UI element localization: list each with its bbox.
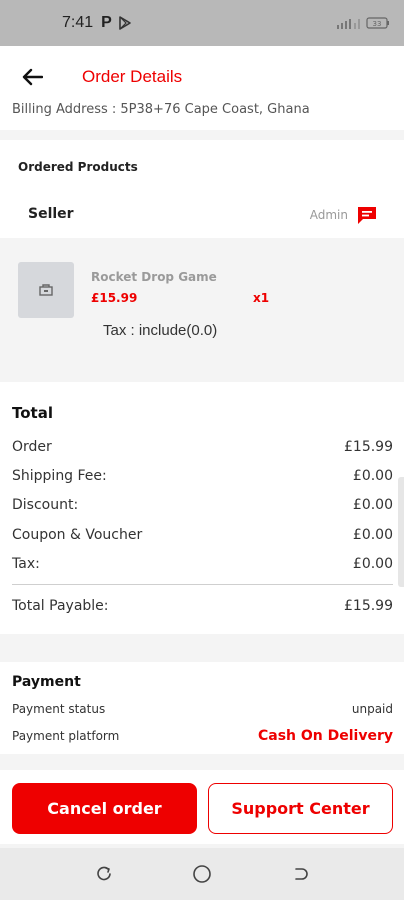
total-row-value: £15.99 bbox=[344, 439, 393, 455]
status-time: 7:41 bbox=[62, 14, 94, 31]
total-row-coupon: Coupon & Voucher £0.00 bbox=[12, 527, 393, 543]
total-row-label: Tax: bbox=[12, 556, 40, 572]
total-row-label: Shipping Fee: bbox=[12, 468, 107, 484]
page-title: Order Details bbox=[82, 67, 183, 86]
product-card[interactable]: Rocket Drop Game £15.99 x1 Tax : include… bbox=[0, 238, 404, 370]
chat-icon[interactable] bbox=[356, 205, 378, 225]
total-payable-label: Total Payable: bbox=[12, 598, 109, 614]
arrow-left-icon[interactable] bbox=[20, 65, 44, 89]
product-tax: Tax : include(0.0) bbox=[103, 322, 218, 339]
ordered-products-label: Ordered Products bbox=[18, 160, 138, 174]
total-row-value: £0.00 bbox=[352, 527, 393, 543]
battery-level: 33 bbox=[373, 20, 382, 28]
home-icon[interactable] bbox=[192, 864, 212, 884]
status-bar: 7:41 P 33 bbox=[0, 0, 404, 46]
totals-title: Total bbox=[12, 404, 53, 422]
back-nav-icon[interactable] bbox=[290, 864, 310, 884]
status-icons: 33 bbox=[336, 16, 390, 30]
total-row-shipping: Shipping Fee: £0.00 bbox=[12, 468, 393, 484]
action-bar: Cancel order Support Center bbox=[0, 770, 404, 844]
image-placeholder-icon bbox=[39, 284, 53, 296]
cancel-order-button[interactable]: Cancel order bbox=[12, 783, 197, 834]
billing-address: Billing Address : 5P38+76 Cape Coast, Gh… bbox=[0, 100, 404, 130]
payment-section: Payment Payment status unpaid Payment pl… bbox=[0, 662, 404, 754]
total-row-tax: Tax: £0.00 bbox=[12, 556, 393, 572]
total-payable-value: £15.99 bbox=[344, 598, 393, 614]
payment-status-row: Payment status unpaid bbox=[12, 702, 393, 716]
signal-icon bbox=[337, 19, 360, 29]
system-nav-bar bbox=[0, 848, 404, 900]
p-icon: P bbox=[101, 14, 112, 31]
payment-platform-row: Payment platform Cash On Delivery bbox=[12, 728, 393, 744]
app-bar: Order Details bbox=[0, 46, 404, 108]
payment-platform-label: Payment platform bbox=[12, 729, 120, 743]
seller-name: Admin bbox=[309, 208, 348, 222]
total-payable-row: Total Payable: £15.99 bbox=[12, 598, 393, 614]
product-thumbnail bbox=[18, 262, 74, 318]
battery-icon: 33 bbox=[366, 17, 389, 29]
divider bbox=[12, 584, 393, 585]
billing-address-text: Billing Address : 5P38+76 Cape Coast, Gh… bbox=[12, 102, 310, 117]
seller-row: Seller Admin bbox=[0, 196, 404, 238]
payment-status-value: unpaid bbox=[351, 702, 393, 716]
total-row-value: £0.00 bbox=[352, 497, 393, 513]
total-row-value: £0.00 bbox=[352, 556, 393, 572]
payment-title: Payment bbox=[12, 674, 81, 690]
total-row-label: Discount: bbox=[12, 497, 79, 513]
support-center-button[interactable]: Support Center bbox=[208, 783, 393, 834]
totals-section: Total Order £15.99 Shipping Fee: £0.00 D… bbox=[0, 382, 404, 634]
payment-platform-value: Cash On Delivery bbox=[257, 728, 393, 744]
total-row-discount: Discount: £0.00 bbox=[12, 497, 393, 513]
ordered-products-section: Ordered Products bbox=[0, 140, 404, 196]
total-row-label: Coupon & Voucher bbox=[12, 527, 143, 543]
payment-status-label: Payment status bbox=[12, 702, 106, 716]
recent-apps-icon[interactable] bbox=[94, 864, 114, 884]
edge-panel-handle[interactable] bbox=[398, 477, 404, 587]
total-row-label: Order bbox=[12, 439, 52, 455]
product-name: Rocket Drop Game bbox=[91, 270, 217, 284]
product-price: £15.99 bbox=[91, 291, 138, 305]
product-quantity: x1 bbox=[253, 291, 270, 305]
seller-label: Seller bbox=[28, 206, 74, 222]
total-row-order: Order £15.99 bbox=[12, 439, 393, 455]
play-store-icon bbox=[119, 16, 131, 30]
total-row-value: £0.00 bbox=[352, 468, 393, 484]
